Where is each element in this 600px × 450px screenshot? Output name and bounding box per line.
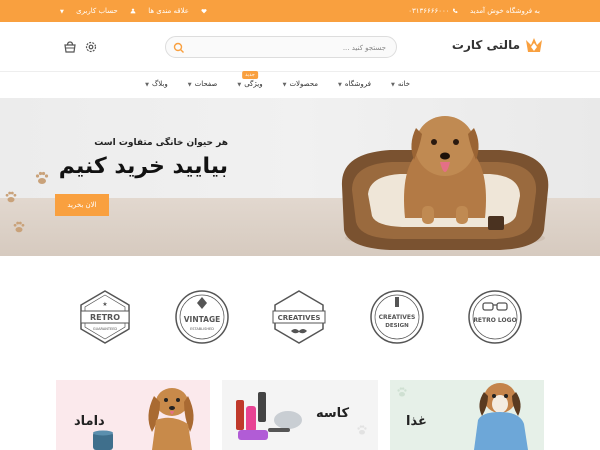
search-input[interactable] [196, 41, 386, 55]
account-link[interactable]: حساب کاربری ▼ [60, 7, 136, 15]
mustache-icon [291, 329, 307, 334]
brand-logo-creatives[interactable]: CREATIVES [271, 289, 327, 345]
nav-item-pages[interactable]: صفحات▼ [188, 80, 218, 88]
star-icon: ★ [102, 301, 107, 308]
category-card-food[interactable]: غذا [390, 380, 544, 450]
nav-item-products[interactable]: محصولات▼ [283, 80, 318, 88]
brand-creatives-design-name: CREATIVES [379, 314, 416, 321]
brand-retro-logo-name: RETRO LOGO [473, 317, 516, 324]
bottle-icon [395, 297, 399, 307]
category-label: غذا [406, 414, 427, 429]
logo-text: مالتی کارت [451, 38, 520, 52]
nav-item-shop[interactable]: فروشگاه▼ [338, 80, 371, 88]
dog-in-shirt-image [474, 383, 528, 450]
brand-creatives-design-sub: DESIGN [385, 323, 409, 329]
paw-icon [35, 171, 49, 184]
glasses-icon [482, 302, 508, 311]
chevron-down-icon: ▼ [187, 82, 192, 88]
brand-vintage-sub: ESTABLISHED [190, 327, 214, 331]
brand-vintage-name: VINTAGE [184, 315, 221, 324]
chevron-down-icon: ▼ [282, 82, 287, 88]
category-label: کاسه [316, 406, 350, 421]
top-bar-links: علاقه مندی ها حساب کاربری ▼ [60, 7, 217, 15]
paw-icon [5, 191, 17, 203]
wishlist-label: علاقه مندی ها [148, 7, 189, 15]
brand-logos-section: RETRO GUARANTEED ★ VINTAGE ESTABLISHED C… [0, 256, 600, 380]
main-nav: خانه▼ فروشگاه▼ محصولات▼ جدید ویژگی▼ صفحات… [0, 71, 600, 98]
brand-retro-name: RETRO [90, 313, 120, 322]
brand-creatives-name: CREATIVES [278, 314, 321, 322]
brand-logo-retro[interactable]: RETRO GUARANTEED ★ [77, 289, 133, 345]
wishlist-link[interactable]: علاقه مندی ها [146, 7, 207, 15]
chevron-down-icon: ▼ [237, 82, 242, 88]
nav-menu: خانه▼ فروشگاه▼ محصولات▼ جدید ویژگی▼ صفحات… [125, 71, 410, 88]
shop-now-button[interactable]: الان بخرید [55, 194, 109, 216]
nav-item-home[interactable]: خانه▼ [391, 80, 410, 88]
brand-retro-sub: GUARANTEED [93, 327, 118, 331]
nav-item-label: صفحات [194, 80, 218, 88]
top-bar-contact: به فروشگاه خوش آمدید ۰۳۱۳۶۶۶۶۰۰۰ [388, 7, 540, 15]
phone-label: ۰۳۱۳۶۶۶۶۰۰۰ [408, 7, 450, 15]
nav-item-label: خانه [397, 80, 410, 88]
nav-item-blog[interactable]: وبلاگ▼ [145, 80, 168, 88]
nav-item-label: ویژگی [244, 80, 263, 88]
account-label: حساب کاربری [76, 7, 118, 15]
search-bar [165, 36, 397, 58]
crown-logo-icon [526, 38, 542, 52]
category-card-grooming[interactable]: داماد [56, 380, 210, 450]
welcome-text: به فروشگاه خوش آمدید [470, 7, 540, 15]
brand-logo-creatives-design[interactable]: CREATIVES DESIGN [369, 289, 425, 345]
chevron-down-icon: ▼ [60, 9, 64, 15]
chevron-down-icon: ▼ [145, 82, 149, 88]
nav-item-label: محصولات [289, 80, 318, 88]
phone-number[interactable]: ۰۳۱۳۶۶۶۶۰۰۰ [398, 7, 458, 15]
puppy-image [148, 388, 194, 450]
hero-title: بیایید خرید کنیم [58, 154, 228, 179]
search-icon[interactable] [172, 41, 186, 55]
phone-icon [452, 8, 458, 13]
diamond-icon [197, 297, 207, 309]
new-badge: جدید [242, 71, 258, 79]
logo[interactable]: مالتی کارت [452, 38, 542, 52]
category-label: داماد [74, 414, 105, 429]
hero-subtitle: هر حیوان خانگی متفاوت است [94, 138, 228, 148]
site-header: مالتی کارت [0, 22, 600, 72]
heart-icon [201, 9, 207, 14]
grooming-products-image [236, 392, 302, 440]
dog-bed-image [341, 116, 549, 250]
top-bar: به فروشگاه خوش آمدید ۰۳۱۳۶۶۶۶۰۰۰ علاقه م… [0, 0, 600, 22]
chevron-down-icon: ▼ [390, 82, 395, 88]
chevron-down-icon: ▼ [337, 82, 342, 88]
cart-icon[interactable] [63, 40, 77, 54]
paw-icon [13, 221, 25, 233]
nav-item-label: وبلاگ [151, 80, 168, 88]
paw-icon [397, 387, 407, 397]
brand-logo-retro-logo[interactable]: RETRO LOGO [467, 289, 523, 345]
user-icon [130, 8, 136, 14]
settings-icon[interactable] [84, 40, 98, 54]
nav-item-features[interactable]: جدید ویژگی▼ [237, 71, 263, 88]
category-card-bowl[interactable]: کاسه [222, 380, 378, 450]
brand-logo-vintage[interactable]: VINTAGE ESTABLISHED [174, 289, 230, 345]
nav-item-label: فروشگاه [344, 80, 371, 88]
paw-icon [357, 425, 367, 435]
hero-banner: هر حیوان خانگی متفاوت است بیایید خرید کن… [0, 98, 600, 256]
pet-food-can-image [93, 430, 113, 450]
